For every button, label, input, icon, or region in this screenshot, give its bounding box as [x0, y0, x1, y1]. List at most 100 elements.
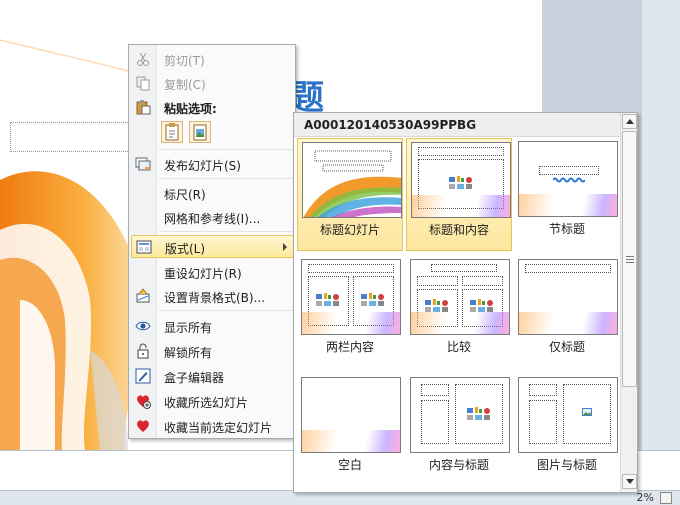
caption-title-outline: [421, 384, 449, 396]
content-insert-icons: [361, 293, 384, 306]
layout-comparison[interactable]: 比较: [406, 256, 512, 369]
menu-item-label: 剪切(T): [164, 54, 205, 68]
arrow-down-icon: [626, 479, 634, 484]
paste-keep-source-button[interactable]: [161, 121, 183, 143]
layout-title-slide[interactable]: 标题幻灯片: [297, 138, 403, 251]
scroll-up-button[interactable]: [622, 114, 637, 129]
menu-separator: [159, 178, 293, 179]
layout-content-with-caption[interactable]: 内容与标题: [406, 374, 512, 487]
menu-item-label: 解锁所有: [164, 346, 213, 360]
title-placeholder-outline: [431, 264, 497, 272]
layout-thumbnail: [301, 259, 401, 335]
layout-label: 标题幻灯片: [319, 223, 380, 237]
grip-line: [626, 262, 634, 263]
layout-icon: [136, 240, 152, 254]
menu-item-label: 网格和参考线(I)...: [164, 212, 261, 226]
layout-gallery: A000120140530A99PPBG 标题幻灯片 标题和内容 节标题 两栏内…: [293, 112, 638, 493]
layout-label: 内容与标题: [428, 458, 489, 472]
menu-item-label: 盒子编辑器: [164, 371, 225, 385]
layout-label: 空白: [337, 458, 362, 472]
layout-thumbnail: [410, 377, 510, 453]
layout-thumbnail: [518, 377, 618, 453]
lock-icon: [137, 343, 149, 359]
editor-scrollbar[interactable]: [642, 0, 680, 450]
menu-item-unlock-all[interactable]: 解锁所有: [131, 340, 294, 363]
layout-thumbnail: [518, 141, 618, 217]
fit-to-window-icon[interactable]: [660, 492, 672, 504]
scroll-down-button[interactable]: [622, 474, 637, 489]
menu-item-cut[interactable]: 剪切(T): [131, 48, 294, 71]
eye-icon: [135, 321, 151, 331]
thumbnail-gradient: [519, 194, 617, 216]
menu-item-box-editor[interactable]: 盒子编辑器: [131, 365, 294, 388]
menu-item-copy[interactable]: 复制(C): [131, 72, 294, 95]
paste-picture-icon: [193, 124, 207, 141]
picture-icon: [582, 408, 592, 416]
gallery-scrollbar[interactable]: [620, 113, 637, 492]
grip-line: [626, 256, 634, 257]
layout-section-header[interactable]: 节标题: [514, 138, 620, 251]
layout-two-content[interactable]: 两栏内容: [297, 256, 403, 369]
thumbnail-gradient: [519, 312, 617, 334]
menu-item-grid-guides[interactable]: 网格和参考线(I)...: [131, 206, 294, 229]
layout-label: 图片与标题: [536, 458, 597, 472]
copy-icon: [136, 76, 150, 91]
menu-separator: [159, 231, 293, 232]
layout-thumbnail: [411, 142, 511, 218]
arrow-up-icon: [626, 119, 634, 124]
paste-icon: [136, 100, 151, 115]
caption-title-outline: [529, 384, 557, 396]
context-menu: 剪切(T) 复制(C) 粘贴选项: 发布幻灯片(S) 标尺(R) 网格和参考线(…: [128, 44, 296, 439]
menu-separator: [159, 310, 293, 311]
layout-blank[interactable]: 空白: [297, 374, 403, 487]
layout-label: 标题和内容: [428, 223, 489, 237]
thumbnail-gradient: [411, 312, 509, 334]
layout-title-only[interactable]: 仅标题: [514, 256, 620, 369]
menu-item-label: 收藏当前选定幻灯片: [164, 421, 273, 435]
scissors-icon: [137, 52, 149, 66]
edit-icon: [135, 368, 151, 384]
heart-icon: [137, 420, 149, 432]
menu-item-publish-slides[interactable]: 发布幻灯片(S): [131, 153, 294, 176]
menu-item-layout[interactable]: 版式(L): [131, 235, 294, 258]
caption-text-outline: [529, 400, 557, 444]
thumbnail-gradient: [412, 195, 510, 217]
submenu-arrow-icon: [283, 243, 287, 251]
swoosh-art-icon: [303, 150, 401, 217]
menu-item-label: 发布幻灯片(S): [164, 159, 241, 173]
gallery-header: A000120140530A99PPBG: [294, 113, 620, 137]
layout-thumbnail: [518, 259, 618, 335]
title-placeholder-outline: [539, 166, 599, 175]
thumbnail-gradient: [302, 430, 400, 452]
layout-thumbnail: [301, 377, 401, 453]
menu-item-show-all[interactable]: 显示所有: [131, 315, 294, 338]
menu-item-label: 重设幻灯片(R): [164, 267, 242, 281]
right-heading-outline: [462, 276, 503, 286]
menu-header-paste-options: 粘贴选项:: [131, 96, 294, 119]
content-insert-icons: [449, 176, 472, 189]
layout-label: 节标题: [548, 222, 585, 236]
left-heading-outline: [417, 276, 458, 286]
title-placeholder-outline: [525, 264, 611, 273]
layout-picture-with-caption[interactable]: 图片与标题: [514, 374, 620, 487]
menu-item-favorite-current[interactable]: 收藏当前选定幻灯片: [131, 415, 294, 438]
menu-separator: [159, 149, 293, 150]
menu-item-label: 版式(L): [165, 242, 206, 256]
thumbnail-gradient: [302, 312, 400, 334]
menu-item-format-background[interactable]: 设置背景格式(B)...: [131, 285, 294, 308]
layout-title-and-content[interactable]: 标题和内容: [406, 138, 512, 251]
menu-item-label: 收藏所选幻灯片: [164, 396, 249, 410]
menu-item-label: 标尺(R): [164, 188, 206, 202]
scroll-thumb[interactable]: [622, 131, 637, 387]
wave-line-icon: [553, 177, 585, 183]
zoom-level[interactable]: 2%: [637, 491, 654, 504]
content-insert-icons: [316, 293, 339, 306]
paste-as-picture-button[interactable]: [189, 121, 211, 143]
menu-item-label: 设置背景格式(B)...: [164, 291, 266, 305]
title-placeholder[interactable]: [10, 122, 140, 152]
format-background-icon: [136, 288, 150, 303]
title-placeholder-outline: [308, 264, 394, 273]
menu-item-favorite-selected[interactable]: 收藏所选幻灯片: [131, 390, 294, 413]
menu-item-reset-slide[interactable]: 重设幻灯片(R): [131, 261, 294, 284]
menu-item-ruler[interactable]: 标尺(R): [131, 182, 294, 205]
